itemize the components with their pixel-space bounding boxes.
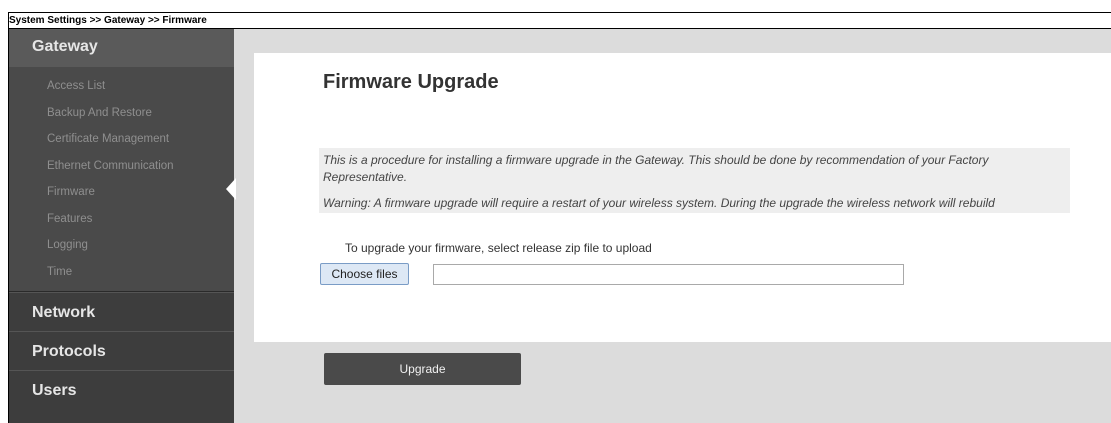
sidebar: Gateway Access List Backup And Restore C… xyxy=(9,29,234,423)
sidebar-collapsed-sections: Network Protocols Users xyxy=(9,292,234,409)
sidebar-header-network[interactable]: Network xyxy=(9,292,234,331)
choose-files-button[interactable]: Choose files xyxy=(320,263,409,285)
sidebar-section-gateway: Gateway Access List Backup And Restore C… xyxy=(9,29,234,292)
sidebar-item-backup-and-restore[interactable]: Backup And Restore xyxy=(9,100,234,127)
sidebar-header-protocols[interactable]: Protocols xyxy=(9,331,234,370)
sidebar-item-firmware[interactable]: Firmware xyxy=(9,179,234,206)
active-item-pointer-icon xyxy=(226,178,236,200)
sidebar-item-access-list[interactable]: Access List xyxy=(9,73,234,100)
upload-label: To upgrade your firmware, select release… xyxy=(345,241,652,255)
sidebar-item-features[interactable]: Features xyxy=(9,206,234,233)
sidebar-item-time[interactable]: Time xyxy=(9,259,234,286)
upgrade-button[interactable]: Upgrade xyxy=(324,353,521,385)
info-text: This is a procedure for installing a fir… xyxy=(323,153,989,184)
sidebar-header-users[interactable]: Users xyxy=(9,370,234,409)
sidebar-item-certificate-management[interactable]: Certificate Management xyxy=(9,126,234,153)
warning-text: Warning: A firmware upgrade will require… xyxy=(323,196,995,210)
breadcrumb: System Settings >> Gateway >> Firmware xyxy=(9,15,207,26)
file-path-field[interactable] xyxy=(433,264,904,285)
sidebar-items: Access List Backup And Restore Certifica… xyxy=(9,67,234,291)
page-title: Firmware Upgrade xyxy=(323,71,499,93)
sidebar-item-logging[interactable]: Logging xyxy=(9,232,234,259)
sidebar-header-gateway[interactable]: Gateway xyxy=(9,29,234,67)
sidebar-item-ethernet-communication[interactable]: Ethernet Communication xyxy=(9,153,234,180)
